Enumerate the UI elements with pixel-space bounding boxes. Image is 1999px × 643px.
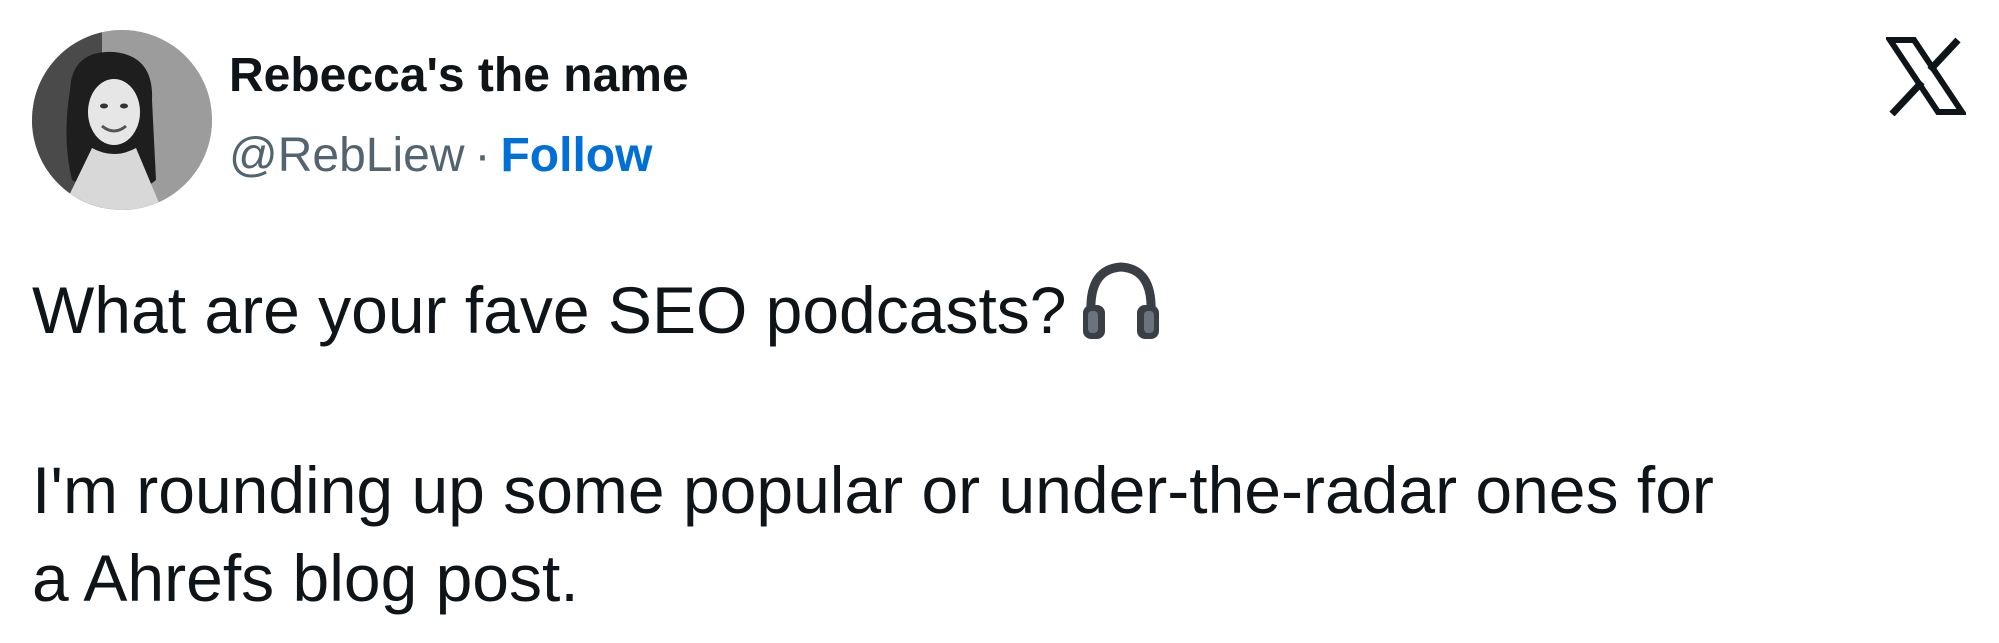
tweet-question: What are your fave SEO podcasts? [32,273,1067,347]
tweet-line-2: I'm rounding up some popular or under-th… [32,453,1714,527]
tweet-text: What are your fave SEO podcasts? I'm rou… [32,255,1962,622]
author-display-name[interactable]: Rebecca's the name [229,49,689,103]
author-handle-row: @RebLiew · Follow [229,129,652,183]
x-logo-icon[interactable] [1884,36,1968,117]
tweet-line-1: What are your fave SEO podcasts? [32,255,1962,354]
tweet-line-3: a Ahrefs blog post. [32,541,579,615]
follow-button[interactable]: Follow [500,129,652,182]
avatar[interactable] [32,30,212,210]
tweet-card: Rebecca's the name @RebLiew · Follow What … [0,0,1999,643]
headphones-icon [1075,255,1167,347]
author-handle[interactable]: @RebLiew [229,129,465,182]
separator-dot: · [474,129,491,182]
